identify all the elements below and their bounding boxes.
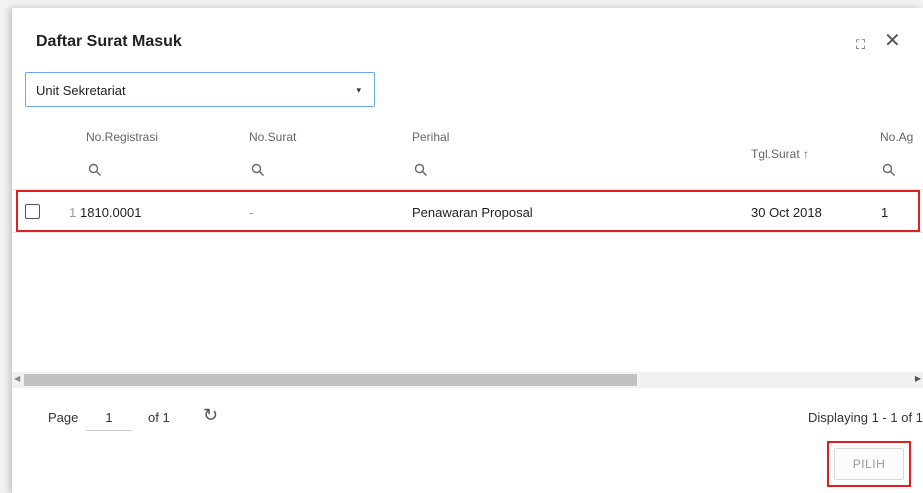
daftar-surat-dialog: Daftar Surat Masuk ⛶ ✕ Unit Sekretariat … xyxy=(12,8,923,493)
search-icon[interactable] xyxy=(882,163,896,177)
cell-no-registrasi[interactable]: 1810.0001 xyxy=(80,205,141,220)
column-header-perihal[interactable]: Perihal xyxy=(412,130,449,144)
search-icon[interactable] xyxy=(88,163,102,177)
page-number-input[interactable] xyxy=(86,405,132,431)
unit-select[interactable]: Unit Sekretariat ▾ xyxy=(25,72,375,107)
dialog-title: Daftar Surat Masuk xyxy=(36,33,182,50)
chevron-down-icon: ▾ xyxy=(356,85,361,95)
maximize-icon[interactable]: ⛶ xyxy=(856,36,865,54)
refresh-icon[interactable]: ↻ xyxy=(203,405,218,426)
search-icon[interactable] xyxy=(251,163,265,177)
cell-tgl-surat[interactable]: 30 Oct 2018 xyxy=(751,205,822,220)
row-divider xyxy=(12,232,923,233)
cell-no-surat[interactable]: - xyxy=(249,205,253,220)
unit-select-value: Unit Sekretariat xyxy=(36,83,126,98)
displaying-status: Displaying 1 - 1 of 1 xyxy=(808,410,923,425)
row-number: 1 xyxy=(69,205,77,220)
column-header-no-surat[interactable]: No.Surat xyxy=(249,130,296,144)
column-header-tgl-surat[interactable]: Tgl.Surat ↑ xyxy=(751,147,809,161)
row-checkbox[interactable] xyxy=(25,204,40,219)
pilih-button[interactable]: PILIH xyxy=(834,448,904,480)
page-total-label: of 1 xyxy=(148,410,170,425)
scroll-left-icon[interactable]: ◀ xyxy=(14,374,20,383)
cell-perihal[interactable]: Penawaran Proposal xyxy=(412,205,533,220)
column-header-no-agenda[interactable]: No.Ag xyxy=(880,130,913,144)
horizontal-scrollbar[interactable]: ◀ ▶ xyxy=(12,372,923,388)
column-header-no-registrasi[interactable]: No.Registrasi xyxy=(86,130,158,144)
scroll-right-icon[interactable]: ▶ xyxy=(915,374,921,383)
cell-no-agenda[interactable]: 1 xyxy=(881,205,888,220)
page-label: Page xyxy=(48,410,79,425)
close-icon[interactable]: ✕ xyxy=(884,31,901,51)
scrollbar-thumb[interactable] xyxy=(24,374,637,386)
search-icon[interactable] xyxy=(414,163,428,177)
